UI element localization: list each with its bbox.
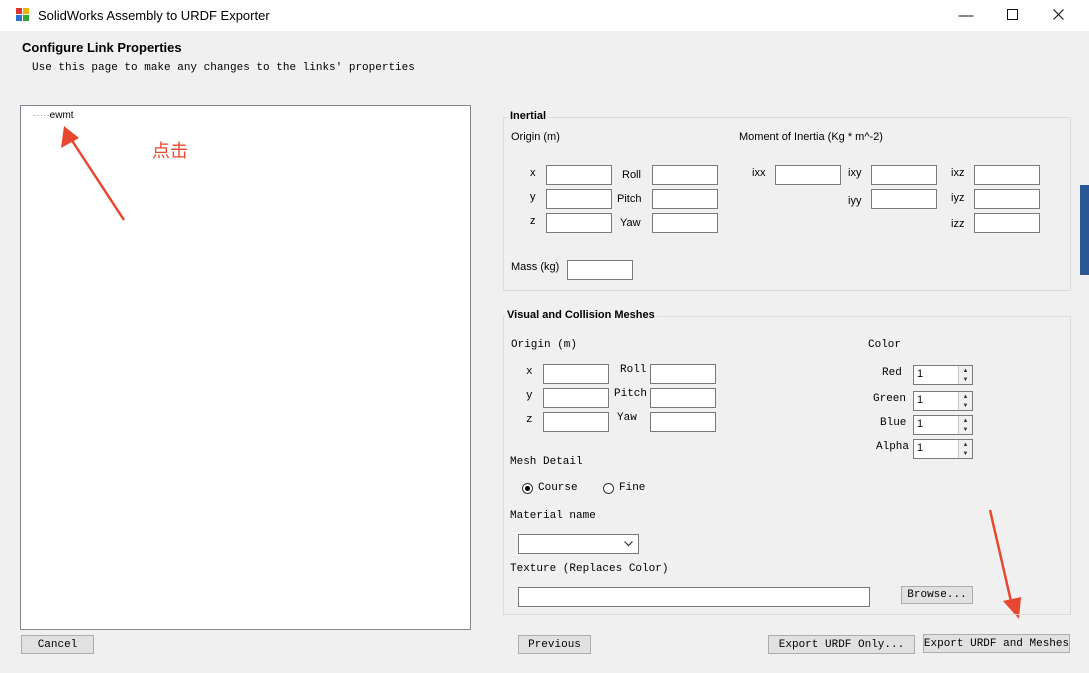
red-spinner[interactable]: 1 ▲ ▼: [913, 365, 973, 385]
maximize-button[interactable]: [989, 0, 1035, 31]
page-title: Configure Link Properties: [22, 40, 182, 55]
cancel-button[interactable]: Cancel: [21, 635, 94, 654]
course-radio[interactable]: [522, 483, 533, 494]
inertial-yaw-label: Yaw: [620, 217, 641, 229]
visual-x-label: x: [526, 366, 533, 378]
export-urdf-only-button[interactable]: Export URDF Only...: [768, 635, 915, 654]
green-value: 1: [917, 394, 924, 406]
red-label: Red: [882, 367, 902, 379]
ixy-label: ixy: [848, 167, 862, 179]
inertial-x-input[interactable]: [546, 165, 612, 185]
alpha-spinner[interactable]: 1 ▲ ▼: [913, 439, 973, 459]
visual-pitch-input[interactable]: [650, 388, 716, 408]
spin-down-icon[interactable]: ▼: [959, 401, 972, 410]
visual-yaw-label: Yaw: [617, 412, 637, 424]
iyz-label: iyz: [951, 192, 965, 204]
mass-input[interactable]: [567, 260, 633, 280]
app-icon: [16, 8, 30, 22]
inertial-origin-label: Origin (m): [511, 131, 560, 143]
ixy-input[interactable]: [871, 165, 937, 185]
alpha-label: Alpha: [876, 441, 910, 453]
spin-down-icon[interactable]: ▼: [959, 449, 972, 458]
moment-of-inertia-label: Moment of Inertia (Kg * m^-2): [739, 131, 883, 143]
close-icon: [1052, 7, 1064, 24]
alpha-value: 1: [917, 442, 924, 454]
red-value: 1: [917, 368, 924, 380]
tree-connector: ·····: [33, 110, 50, 121]
visual-yaw-input[interactable]: [650, 412, 716, 432]
fine-label[interactable]: Fine: [619, 482, 645, 494]
iyy-label: iyy: [848, 195, 862, 207]
ixx-input[interactable]: [775, 165, 841, 185]
visual-z-input[interactable]: [543, 412, 609, 432]
visual-x-input[interactable]: [543, 364, 609, 384]
blue-label: Blue: [880, 417, 907, 429]
material-name-label: Material name: [510, 510, 596, 522]
window-title: SolidWorks Assembly to URDF Exporter: [38, 8, 270, 23]
inertial-pitch-label: Pitch: [617, 193, 642, 205]
page-subtitle: Use this page to make any changes to the…: [32, 62, 415, 74]
radio-selected-indicator: [525, 486, 530, 491]
mesh-detail-label: Mesh Detail: [510, 456, 583, 468]
inertial-yaw-input[interactable]: [652, 213, 718, 233]
inertial-pitch-input[interactable]: [652, 189, 718, 209]
visual-origin-label: Origin (m): [511, 339, 578, 351]
visual-z-label: z: [526, 414, 533, 426]
maximize-icon: [1006, 7, 1018, 24]
browse-button[interactable]: Browse...: [901, 586, 973, 604]
chevron-down-icon: [624, 541, 633, 547]
mass-label: Mass (kg): [511, 261, 560, 273]
inertial-x-label: x: [530, 167, 536, 179]
visual-y-label: y: [526, 390, 533, 402]
blue-value: 1: [917, 418, 924, 430]
export-urdf-and-meshes-button[interactable]: Export URDF and Meshes: [923, 634, 1070, 653]
visual-pitch-label: Pitch: [614, 388, 648, 400]
visual-roll-input[interactable]: [650, 364, 716, 384]
annotation-arrow-icon: [61, 126, 126, 221]
minimize-icon: —: [958, 7, 974, 24]
iyz-input[interactable]: [974, 189, 1040, 209]
blue-spinner[interactable]: 1 ▲ ▼: [913, 415, 973, 435]
visual-roll-label: Roll: [620, 364, 647, 376]
minimize-button[interactable]: —: [943, 0, 989, 31]
spin-down-icon[interactable]: ▼: [959, 425, 972, 434]
course-label[interactable]: Course: [538, 482, 578, 494]
color-label: Color: [868, 339, 902, 351]
ixx-label: ixx: [752, 167, 766, 179]
green-label: Green: [873, 393, 907, 405]
inertial-z-label: z: [530, 215, 536, 227]
inertial-title: Inertial: [508, 110, 549, 122]
close-button[interactable]: [1035, 0, 1081, 31]
annotation-text: 点击: [152, 141, 188, 162]
iyy-input[interactable]: [871, 189, 937, 209]
inertial-y-label: y: [530, 191, 536, 203]
spin-down-icon[interactable]: ▼: [959, 375, 972, 384]
ixz-input[interactable]: [974, 165, 1040, 185]
background-window-edge: [1080, 185, 1089, 275]
visual-y-input[interactable]: [543, 388, 609, 408]
inertial-roll-label: Roll: [622, 169, 641, 181]
inertial-y-input[interactable]: [546, 189, 612, 209]
material-name-select[interactable]: [518, 534, 639, 554]
visual-collision-title: Visual and Collision Meshes: [505, 309, 657, 321]
previous-button[interactable]: Previous: [518, 635, 591, 654]
fine-radio[interactable]: [603, 483, 614, 494]
texture-label: Texture (Replaces Color): [510, 563, 669, 575]
inertial-roll-input[interactable]: [652, 165, 718, 185]
izz-label: izz: [951, 218, 965, 230]
izz-input[interactable]: [974, 213, 1040, 233]
ixz-label: ixz: [951, 167, 965, 179]
green-spinner[interactable]: 1 ▲ ▼: [913, 391, 973, 411]
inertial-z-input[interactable]: [546, 213, 612, 233]
texture-input[interactable]: [518, 587, 870, 607]
